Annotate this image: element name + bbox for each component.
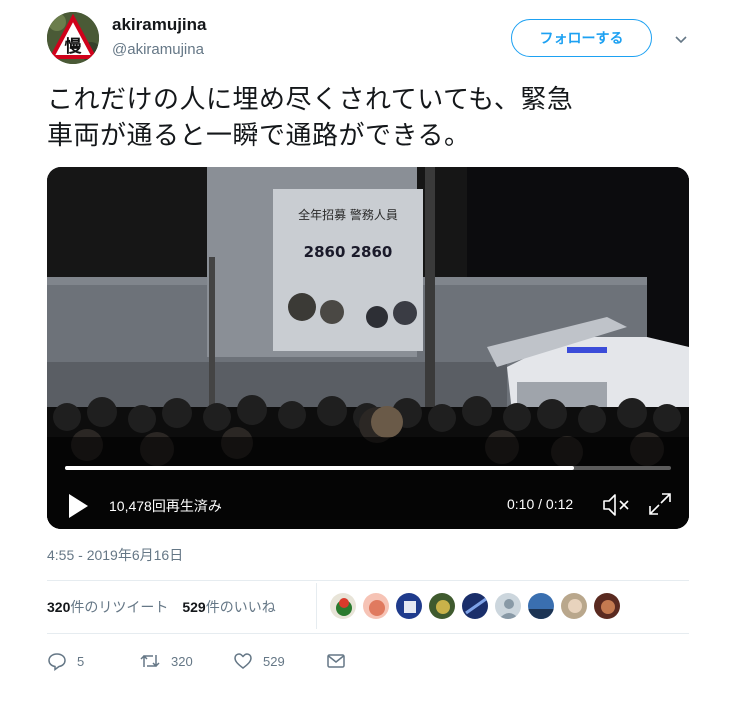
retweet-count: 320 <box>171 653 193 669</box>
tweet-text-line-2: 車両が通ると一瞬で通路ができる。 <box>47 121 471 151</box>
video-time: 0:10 / 0:12 <box>507 496 574 512</box>
retweets-stat[interactable]: 320件のリツイート <box>47 597 168 617</box>
retweet-button[interactable]: 320 <box>139 648 193 674</box>
author-handle[interactable]: @akiramujina <box>112 41 204 58</box>
retweets-count: 320 <box>47 599 71 615</box>
likes-stat[interactable]: 529件のいいね <box>182 597 275 617</box>
liker-avatar[interactable] <box>560 592 588 620</box>
banner-number: 2860 2860 <box>304 243 393 261</box>
video-player[interactable]: 全年招募 警務人員 2860 2860 10,478回再生済み 0:10 / 0… <box>47 167 689 529</box>
volume-muted-icon[interactable] <box>601 491 633 519</box>
author-avatar[interactable]: 慢 <box>47 12 99 64</box>
like-count: 529 <box>263 653 285 669</box>
chevron-down-icon[interactable] <box>672 30 690 48</box>
reply-icon <box>48 653 66 671</box>
liker-avatar[interactable] <box>329 592 357 620</box>
liker-avatar[interactable] <box>494 592 522 620</box>
message-icon <box>327 654 345 668</box>
retweets-label: 件のリツイート <box>70 599 169 615</box>
liker-avatar[interactable] <box>395 592 423 620</box>
tweet-text-line-1: これだけの人に埋め尽くされていても、緊急 <box>47 85 574 115</box>
video-frame: 全年招募 警務人員 2860 2860 <box>47 167 689 529</box>
fullscreen-icon[interactable] <box>647 491 673 517</box>
video-view-count: 10,478回再生済み <box>109 498 222 514</box>
reply-count: 5 <box>77 653 85 669</box>
divider <box>47 580 689 581</box>
liker-avatar[interactable] <box>428 592 456 620</box>
like-button[interactable]: 529 <box>233 648 285 674</box>
tweet-stats: 320件のリツイート 529件のいいね <box>47 597 290 617</box>
reply-button[interactable]: 5 <box>47 648 84 674</box>
banner-title: 全年招募 警務人員 <box>298 207 398 222</box>
video-progress-fill <box>65 466 575 470</box>
liker-avatar[interactable] <box>362 592 390 620</box>
retweet-icon <box>140 654 160 668</box>
likes-label: 件のいいね <box>205 599 276 615</box>
svg-text:慢: 慢 <box>65 36 83 57</box>
likes-count: 529 <box>182 599 206 615</box>
video-progress-bar[interactable] <box>65 466 671 470</box>
play-icon[interactable] <box>67 493 89 519</box>
author-display-name[interactable]: akiramujina <box>112 15 207 35</box>
like-icon <box>234 653 252 669</box>
liker-avatar[interactable] <box>461 592 489 620</box>
liker-avatar[interactable] <box>527 592 555 620</box>
tweet-timestamp[interactable]: 4:55 - 2019年6月16日 <box>47 545 183 565</box>
tweet-text: これだけの人に埋め尽くされていても、緊急 車両が通ると一瞬で通路ができる。 <box>47 82 687 154</box>
liker-avatars <box>329 592 626 622</box>
divider <box>47 633 689 634</box>
liker-avatar[interactable] <box>593 592 621 620</box>
direct-message-button[interactable] <box>326 648 356 674</box>
follow-button[interactable]: フォローする <box>511 19 652 57</box>
stats-separator <box>316 583 317 629</box>
